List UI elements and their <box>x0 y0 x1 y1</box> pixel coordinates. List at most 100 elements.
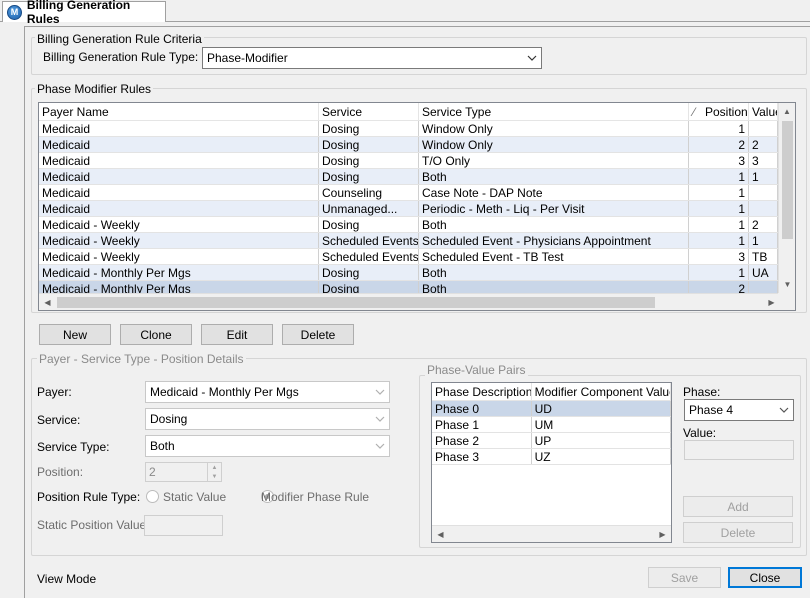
scroll-left-icon[interactable]: ◀ <box>432 526 449 542</box>
rules-grid[interactable]: Payer Name Service Service Type ⁄ Positi… <box>38 102 796 311</box>
cell-service-type: Scheduled Event - TB Test <box>419 249 689 264</box>
tab-title: Billing Generation Rules <box>26 0 131 26</box>
cell-payer: Medicaid - Monthly Per Mgs <box>39 265 319 280</box>
chevron-down-icon <box>523 48 541 68</box>
payer-dropdown[interactable]: Medicaid - Monthly Per Mgs <box>145 381 390 403</box>
tab-billing-generation-rules[interactable]: M Billing Generation Rules <box>2 0 166 26</box>
scroll-right-icon[interactable]: ▶ <box>654 526 671 542</box>
table-row[interactable]: Medicaid Dosing Window Only 2 2 <box>39 137 795 153</box>
table-row[interactable]: Medicaid - Monthly Per Mgs Dosing Both 1 UA <box>39 265 795 281</box>
cell-value <box>749 201 778 216</box>
col-header-service[interactable]: Service <box>319 103 419 120</box>
col-header-modifier-component-value[interactable]: Modifier Component Value <box>532 383 671 400</box>
cell-value <box>749 185 778 200</box>
static-value-radio[interactable] <box>146 490 159 503</box>
table-row[interactable]: Medicaid Counseling Case Note - DAP Note 1 <box>39 185 795 201</box>
table-row[interactable]: Medicaid - Weekly Scheduled Events Schedul… <box>39 233 795 249</box>
scroll-up-icon[interactable]: ▲ <box>779 103 795 120</box>
cell-service-type: Both <box>419 217 689 232</box>
list-item[interactable]: Phase 2 UP <box>432 433 671 449</box>
table-row[interactable]: Medicaid Unmanaged... Periodic - Meth - Li… <box>39 201 795 217</box>
stepper-buttons[interactable]: ▲ ▼ <box>207 463 221 481</box>
col-header-position[interactable]: ⁄ Position <box>689 103 749 120</box>
criteria-group-title: Billing Generation Rule Criteria <box>35 32 204 46</box>
close-button[interactable]: Close <box>728 567 802 588</box>
table-row[interactable]: Medicaid - Weekly Scheduled Events Schedul… <box>39 249 795 265</box>
scroll-thumb-horizontal[interactable] <box>57 297 655 308</box>
cell-phase: Phase 1 <box>432 417 532 432</box>
cell-value: UZ <box>532 449 671 464</box>
position-label: Position: <box>37 465 84 479</box>
cell-service-type: Both <box>419 265 689 280</box>
delete-button[interactable]: Delete <box>282 324 354 345</box>
cell-service: Dosing <box>319 121 419 136</box>
col-header-service-type[interactable]: Service Type <box>419 103 689 120</box>
cell-value: TB <box>749 249 778 264</box>
col-header-position-label: Position <box>705 105 748 119</box>
cell-service: Scheduled Events <box>319 233 419 248</box>
cell-value: UD <box>532 401 671 416</box>
delete-pair-button[interactable]: Delete <box>683 522 793 543</box>
cell-service-type: Both <box>419 169 689 184</box>
payer-label: Payer: <box>37 385 72 399</box>
new-button[interactable]: New <box>39 324 111 345</box>
cell-payer: Medicaid - Weekly <box>39 249 319 264</box>
list-item[interactable]: Phase 3 UZ <box>432 449 671 465</box>
scroll-left-icon[interactable]: ◀ <box>39 294 56 310</box>
rules-grid-header: Payer Name Service Service Type ⁄ Positi… <box>39 103 795 121</box>
cell-position: 3 <box>689 249 749 264</box>
rules-horizontal-scrollbar[interactable]: ◀ ▶ <box>39 293 780 310</box>
clone-button[interactable]: Clone <box>120 324 192 345</box>
table-row[interactable]: Medicaid - Weekly Dosing Both 1 2 <box>39 217 795 233</box>
add-pair-button[interactable]: Add <box>683 496 793 517</box>
phase-dropdown[interactable]: Phase 4 <box>684 399 794 421</box>
cell-service-type: T/O Only <box>419 153 689 168</box>
col-header-value[interactable]: Value <box>749 103 778 120</box>
cell-service: Dosing <box>319 137 419 152</box>
app-logo-icon: M <box>7 4 22 20</box>
list-item[interactable]: Phase 1 UM <box>432 417 671 433</box>
rule-type-dropdown[interactable]: Phase-Modifier <box>202 47 542 69</box>
scroll-down-icon[interactable]: ▼ <box>779 276 795 293</box>
cell-position: 1 <box>689 121 749 136</box>
service-type-label: Service Type: <box>37 440 110 454</box>
stepper-down-icon[interactable]: ▼ <box>208 472 221 481</box>
rules-vertical-scrollbar[interactable]: ▲ ▼ <box>778 103 795 293</box>
edit-button[interactable]: Edit <box>201 324 273 345</box>
table-row[interactable]: Medicaid Dosing Both 1 1 <box>39 169 795 185</box>
modifier-phase-option-label: Modifier Phase Rule <box>261 490 370 504</box>
cell-payer: Medicaid <box>39 153 319 168</box>
cell-position: 1 <box>689 169 749 184</box>
table-row[interactable]: Medicaid Dosing Window Only 1 <box>39 121 795 137</box>
sort-icon: ⁄ <box>693 105 696 119</box>
save-button[interactable]: Save <box>648 567 721 588</box>
cell-position: 1 <box>689 217 749 232</box>
details-group-title: Payer - Service Type - Position Details <box>37 352 246 366</box>
position-stepper[interactable]: 2 ▲ ▼ <box>145 462 222 482</box>
static-value-option-label: Static Value <box>163 490 227 504</box>
cell-service: Dosing <box>319 153 419 168</box>
rules-group-title: Phase Modifier Rules <box>35 82 154 96</box>
service-type-dropdown[interactable]: Both <box>145 435 390 457</box>
value-label: Value: <box>683 426 717 440</box>
cell-phase: Phase 0 <box>432 401 532 416</box>
value-input[interactable] <box>684 440 794 460</box>
stepper-up-icon[interactable]: ▲ <box>208 463 221 472</box>
phase-value-grid[interactable]: Phase Description Modifier Component Val… <box>431 382 672 543</box>
cell-phase: Phase 3 <box>432 449 532 464</box>
phase-label: Phase: <box>683 385 721 399</box>
scroll-thumb[interactable] <box>782 121 793 239</box>
payer-value: Medicaid - Monthly Per Mgs <box>150 385 299 399</box>
col-header-phase-description[interactable]: Phase Description <box>432 383 532 400</box>
cell-payer: Medicaid <box>39 169 319 184</box>
service-value: Dosing <box>150 412 188 426</box>
col-header-payer[interactable]: Payer Name <box>39 103 319 120</box>
service-dropdown[interactable]: Dosing <box>145 408 390 430</box>
list-item[interactable]: Phase 0 UD <box>432 401 671 417</box>
pairs-horizontal-scrollbar[interactable]: ◀ ▶ <box>432 525 671 542</box>
cell-value: UM <box>532 417 671 432</box>
chevron-down-icon <box>371 382 389 402</box>
static-position-value-input[interactable] <box>144 515 223 536</box>
phase-value-grid-body: Phase 0 UD Phase 1 UM Phase 2 UP Phase 3 UZ <box>432 401 671 465</box>
table-row[interactable]: Medicaid Dosing T/O Only 3 3 <box>39 153 795 169</box>
